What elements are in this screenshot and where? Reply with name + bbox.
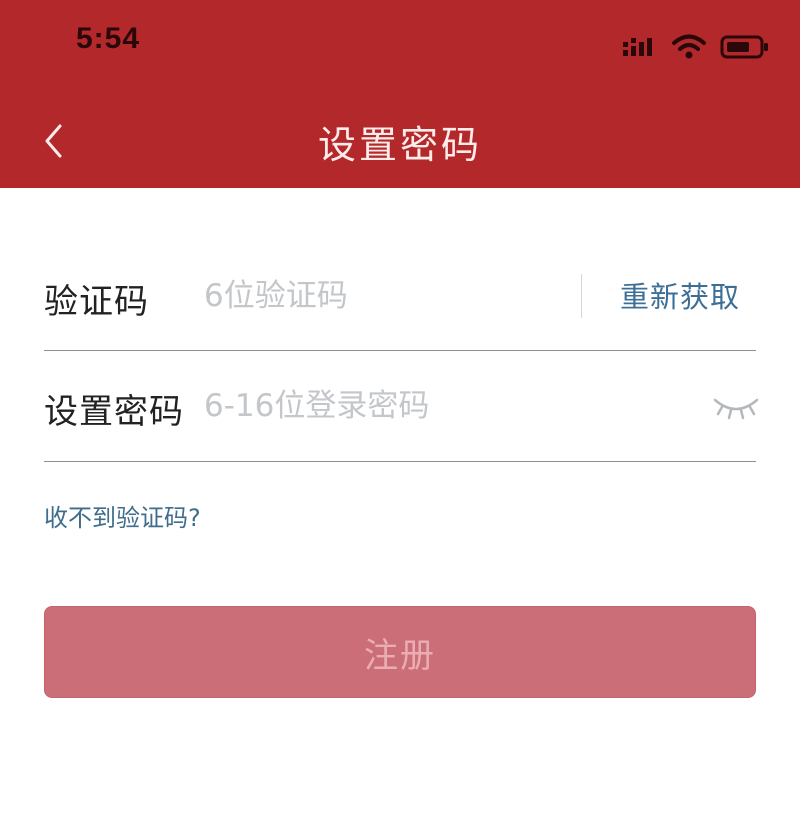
eye-closed-icon: [713, 398, 759, 420]
status-icons: [622, 34, 770, 60]
set-password-screen: 5:54 设置密码 验证码 6位验证码 重新获取 设置密码 收不到验证码? 注册: [0, 0, 800, 830]
vertical-divider: [581, 274, 582, 318]
header-bar: 5:54 设置密码: [0, 0, 800, 188]
page-title: 设置密码: [317, 123, 482, 167]
password-row: 设置密码: [44, 352, 756, 462]
register-button[interactable]: 注册: [44, 606, 756, 698]
password-visibility-toggle[interactable]: [712, 392, 760, 422]
password-input[interactable]: [204, 378, 564, 434]
divider: [44, 350, 756, 351]
divider: [44, 461, 756, 462]
battery-icon: [720, 35, 768, 59]
resend-code-button[interactable]: 重新获取: [620, 274, 740, 316]
wifi-icon: [672, 34, 706, 59]
verification-code-label: 验证码: [44, 282, 149, 322]
status-time: 5:54: [76, 22, 141, 55]
password-label: 设置密码: [44, 392, 184, 432]
verification-code-input[interactable]: [204, 268, 564, 324]
signal-icon: [623, 38, 652, 56]
no-code-help-link[interactable]: 收不到验证码?: [44, 498, 201, 533]
